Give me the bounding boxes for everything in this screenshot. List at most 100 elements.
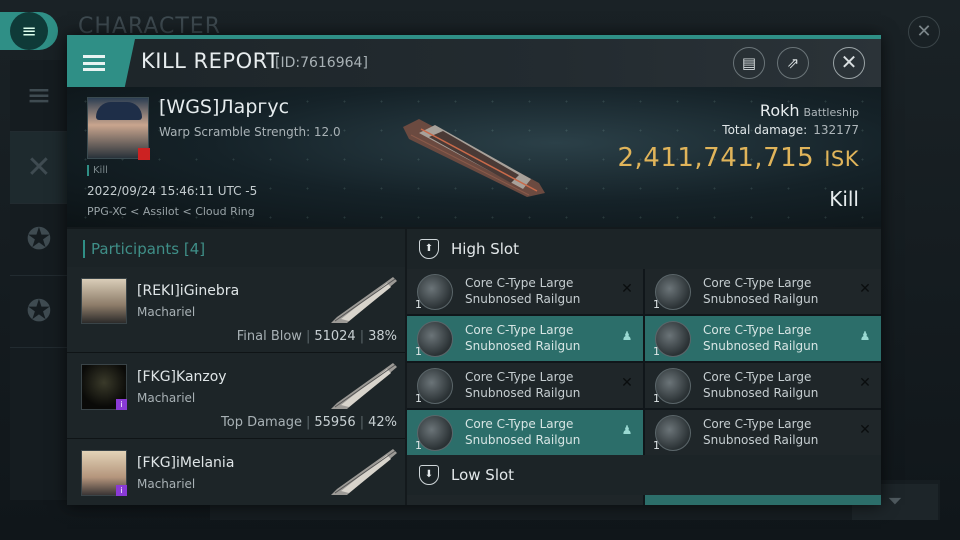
module-name: Core C-Type Large Snubnosed Railgun	[703, 276, 819, 306]
module-quantity: 1	[415, 439, 422, 452]
slot-shield-icon: ⬇	[419, 465, 439, 485]
participant-ship-image[interactable]	[327, 273, 399, 327]
total-damage: Total damage: 132177	[722, 123, 859, 137]
stat-label: Top Damage	[221, 415, 302, 430]
damage-value: 55956	[314, 415, 356, 430]
module-slot[interactable]: 1 Core C-Type Large Snubnosed Railgun ✕	[407, 363, 643, 408]
dropped-icon: ♟	[621, 329, 633, 343]
high-slot-header[interactable]: ⬆ High Slot	[407, 229, 881, 269]
menu-icon	[83, 55, 105, 71]
ship-name: Rokh	[759, 101, 800, 120]
module-quantity: 1	[653, 345, 660, 358]
module-name: Core C-Type Large Snubnosed Railgun	[465, 370, 581, 400]
participant-name: [FKG]iMelania	[137, 455, 235, 471]
railgun-icon	[417, 321, 453, 357]
participants-header[interactable]: Participants [4]	[67, 229, 405, 267]
background-menu-button[interactable]: ≡	[0, 12, 58, 50]
background-sidebar: ≡ ✕ ✪ ✪	[10, 60, 68, 500]
participant-ship: Machariel	[137, 391, 196, 405]
participant-row[interactable]: i [FKG]iMelania Machariel	[67, 439, 405, 505]
destroyed-icon: ✕	[859, 281, 871, 297]
total-damage-value: 132177	[813, 123, 859, 137]
railgun-icon	[655, 274, 691, 310]
module-quantity: 1	[415, 345, 422, 358]
isk-amount: 2,411,741,715	[617, 143, 815, 173]
total-damage-label: Total damage:	[722, 123, 808, 137]
corp-badge: i	[116, 399, 127, 410]
module-slot[interactable]	[645, 495, 881, 505]
menu-icon: ≡	[10, 12, 48, 50]
warp-scramble-strength: Warp Scramble Strength: 12.0	[159, 125, 341, 139]
low-slot-grid	[407, 495, 881, 505]
module-quantity: 1	[415, 392, 422, 405]
window-title: KILL REPORT	[141, 49, 280, 73]
sidebar-swords-icon[interactable]: ✕	[10, 132, 68, 204]
damage-percent: 42%	[368, 415, 397, 430]
damage-percent: 38%	[368, 329, 397, 344]
destroyed-icon: ✕	[859, 422, 871, 438]
high-slot-title: High Slot	[451, 240, 519, 258]
high-slot-grid: 1 Core C-Type Large Snubnosed Railgun ✕ 1 Co…	[407, 269, 881, 455]
victim-ship[interactable]: Rokh Battleship	[760, 101, 859, 120]
destroyed-icon: ✕	[859, 375, 871, 391]
module-name: Core C-Type Large Snubnosed Railgun	[465, 276, 581, 306]
result-label: Kill	[829, 187, 859, 211]
railgun-icon	[655, 321, 691, 357]
module-quantity: 1	[653, 298, 660, 311]
avatar[interactable]: i	[81, 450, 127, 496]
dropped-icon: ♟	[621, 423, 633, 437]
participant-ship-image[interactable]	[327, 359, 399, 413]
kill-location[interactable]: PPG-XC < Assilot < Cloud Ring	[87, 205, 255, 218]
window-header: KILL REPORT [ID:7616964] ▤ ⇗ ✕	[67, 39, 881, 87]
kill-tag: Kill	[87, 165, 108, 176]
participant-ship: Machariel	[137, 305, 196, 319]
railgun-icon	[417, 368, 453, 404]
module-slot[interactable]: 1 Core C-Type Large Snubnosed Railgun ✕	[645, 410, 881, 455]
low-slot-title: Low Slot	[451, 466, 515, 484]
module-quantity: 1	[653, 392, 660, 405]
close-icon[interactable]: ✕	[833, 47, 865, 79]
participant-row[interactable]: [REKI]iGinebra Machariel Final Blow | 5102…	[67, 267, 405, 353]
corp-badge: i	[116, 485, 127, 496]
participant-ship-image[interactable]	[327, 445, 399, 499]
participants-panel: Participants [4] [REKI]iGinebra Macharie…	[67, 229, 405, 505]
sidebar-menu-icon[interactable]: ≡	[10, 60, 68, 132]
destroyed-icon: ✕	[621, 375, 633, 391]
isk-value: 2,411,741,715 ISK	[617, 143, 859, 173]
participant-row[interactable]: i [FKG]Kanzoy Machariel Top Damage | 55956…	[67, 353, 405, 439]
avatar[interactable]	[81, 278, 127, 324]
share-icon[interactable]: ⇗	[777, 47, 809, 79]
module-slot[interactable]: 1 Core C-Type Large Snubnosed Railgun ✕	[645, 363, 881, 408]
module-slot[interactable]: 1 Core C-Type Large Snubnosed Railgun ♟	[407, 316, 643, 361]
avatar[interactable]: i	[81, 364, 127, 410]
slot-shield-icon: ⬆	[419, 239, 439, 259]
kill-id: [ID:7616964]	[275, 55, 368, 71]
clipboard-icon[interactable]: ▤	[733, 47, 765, 79]
sidebar-star-icon[interactable]: ✪	[10, 204, 68, 276]
ship-class: Battleship	[803, 106, 859, 119]
isk-unit: ISK	[824, 147, 859, 171]
victim-avatar[interactable]	[87, 97, 150, 160]
destroyed-icon: ✕	[621, 281, 633, 297]
participant-stats: Final Blow | 51024 | 38%	[236, 329, 397, 344]
module-name: Core C-Type Large Snubnosed Railgun	[703, 417, 819, 447]
module-slot[interactable]: 1 Core C-Type Large Snubnosed Railgun ♟	[645, 316, 881, 361]
sidebar-star-icon[interactable]: ✪	[10, 276, 68, 348]
participants-title: Participants [4]	[83, 240, 206, 258]
background-close-icon[interactable]: ✕	[908, 16, 940, 48]
kill-datetime: 2022/09/24 15:46:11 UTC -5	[87, 184, 258, 198]
avatar-cap	[96, 102, 142, 120]
victim-name[interactable]: [WGS]Ларгус	[159, 96, 289, 118]
module-quantity: 1	[415, 298, 422, 311]
standing-badge	[138, 148, 150, 160]
window-menu-button[interactable]	[67, 39, 135, 87]
module-slot[interactable]	[407, 495, 643, 505]
railgun-icon	[655, 415, 691, 451]
victim-ship-image[interactable]	[399, 113, 547, 201]
stat-label: Final Blow	[236, 329, 302, 344]
module-slot[interactable]: 1 Core C-Type Large Snubnosed Railgun ♟	[407, 410, 643, 455]
low-slot-header[interactable]: ⬇ Low Slot	[407, 455, 881, 495]
module-slot[interactable]: 1 Core C-Type Large Snubnosed Railgun ✕	[407, 269, 643, 314]
module-slot[interactable]: 1 Core C-Type Large Snubnosed Railgun ✕	[645, 269, 881, 314]
railgun-icon	[417, 415, 453, 451]
